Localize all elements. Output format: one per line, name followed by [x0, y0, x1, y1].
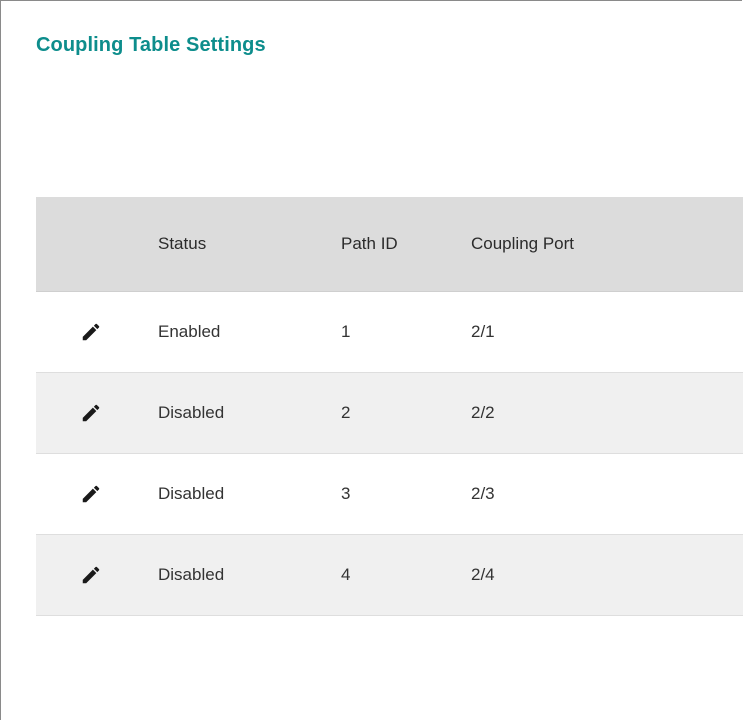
coupling-port-cell: 2/2: [471, 403, 495, 422]
path-id-cell: 4: [341, 565, 351, 584]
coupling-table: Status Path ID Coupling Port Enabled 1 2…: [36, 197, 743, 616]
table-row: Disabled 4 2/4: [36, 535, 743, 616]
path-id-cell: 3: [341, 484, 351, 503]
pencil-icon: [82, 404, 100, 422]
pencil-icon: [82, 323, 100, 341]
status-cell: Enabled: [158, 322, 221, 341]
edit-button[interactable]: [78, 319, 104, 345]
pencil-icon: [82, 566, 100, 584]
table-header: Status Path ID Coupling Port: [36, 197, 743, 292]
table-row: Disabled 2 2/2: [36, 373, 743, 454]
table-row: Disabled 3 2/3: [36, 454, 743, 535]
edit-button[interactable]: [78, 400, 104, 426]
coupling-table-panel: Coupling Table Settings Status Path ID C…: [0, 0, 743, 720]
page-title: Coupling Table Settings: [36, 34, 266, 56]
table-row: Enabled 1 2/1: [36, 292, 743, 373]
edit-button[interactable]: [78, 562, 104, 588]
path-id-cell: 2: [341, 403, 351, 422]
path-id-cell: 1: [341, 322, 351, 341]
coupling-port-cell: 2/4: [471, 565, 495, 584]
status-cell: Disabled: [158, 484, 225, 503]
coupling-port-cell: 2/3: [471, 484, 495, 503]
column-header-path-id[interactable]: Path ID: [341, 234, 398, 254]
column-header-status[interactable]: Status: [158, 234, 206, 254]
coupling-port-cell: 2/1: [471, 322, 495, 341]
status-cell: Disabled: [158, 403, 225, 422]
pencil-icon: [82, 485, 100, 503]
edit-button[interactable]: [78, 481, 104, 507]
status-cell: Disabled: [158, 565, 225, 584]
column-header-coupling-port[interactable]: Coupling Port: [471, 234, 574, 254]
